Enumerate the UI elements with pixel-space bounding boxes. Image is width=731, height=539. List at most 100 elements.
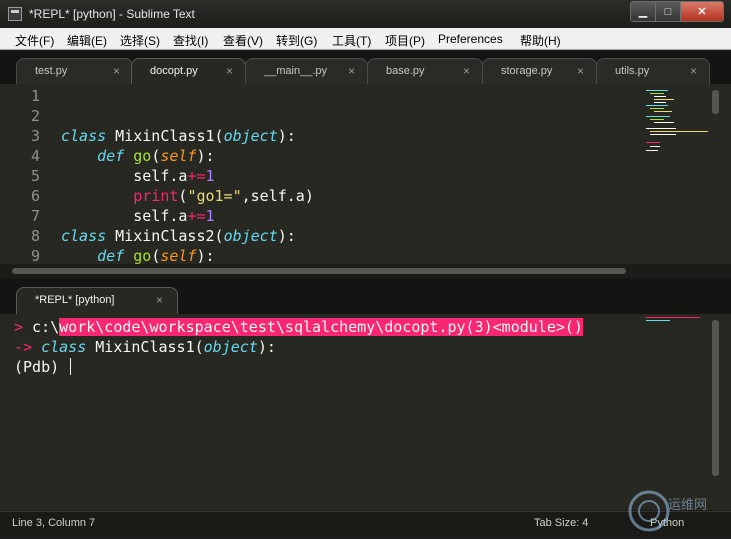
- line-number: 7: [30, 207, 40, 225]
- keyword: class: [41, 338, 87, 356]
- repl-line: -> class MixinClass1(object):: [14, 337, 276, 357]
- title-bar: *REPL* [python] - Sublime Text ▁ □ ✕: [0, 0, 731, 28]
- function-name: go: [133, 247, 152, 264]
- keyword: def: [97, 247, 125, 264]
- punctuation: ):: [277, 227, 296, 245]
- tab-size-selector[interactable]: Tab Size: 4: [534, 517, 588, 529]
- tab-close-icon[interactable]: ×: [348, 64, 355, 78]
- menu-preferences[interactable]: Preferences: [438, 32, 503, 46]
- base-class: object: [203, 338, 258, 356]
- keyword: class: [61, 227, 107, 245]
- line-number: 3: [30, 127, 40, 145]
- keyword: def: [97, 147, 125, 165]
- next-line-arrow: ->: [14, 338, 33, 356]
- tab-docopt-py[interactable]: docopt.py ×: [131, 58, 246, 84]
- highlighted-path: work\code\workspace\test\sqlalchemy\doco…: [59, 318, 583, 336]
- sublime-app-icon[interactable]: [8, 7, 22, 21]
- number: 1: [205, 207, 215, 225]
- menu-goto[interactable]: 转到(G): [276, 32, 317, 49]
- text-cursor: [70, 358, 72, 375]
- tab-storage-py[interactable]: storage.py ×: [482, 58, 597, 84]
- repl-vertical-scrollbar[interactable]: [712, 320, 719, 476]
- watermark-logo: 运维网: [626, 488, 726, 536]
- punctuation: ):: [277, 127, 296, 145]
- base-class: object: [223, 227, 278, 245]
- path-prefix: c:\: [23, 318, 60, 336]
- tab-close-icon[interactable]: ×: [156, 293, 163, 307]
- tab-close-icon[interactable]: ×: [463, 64, 470, 78]
- tab-label: __main__.py: [264, 65, 327, 77]
- identifier: self.a: [133, 167, 188, 185]
- menu-edit[interactable]: 编辑(E): [67, 32, 107, 49]
- code-line: class MixinClass1(object):: [61, 126, 296, 146]
- tab-main-py[interactable]: __main__.py ×: [245, 58, 368, 84]
- class-name: MixinClass2(: [106, 227, 224, 245]
- code-line: def go(self):: [61, 146, 215, 166]
- line-number: 6: [30, 187, 40, 205]
- repl-console[interactable]: > c:\work\code\workspace\test\sqlalchemy…: [0, 314, 731, 510]
- tab-repl-python[interactable]: *REPL* [python] ×: [16, 287, 178, 314]
- tab-close-icon[interactable]: ×: [577, 64, 584, 78]
- line-number: 1: [30, 87, 40, 105]
- editor-horizontal-scroll-track: [0, 264, 731, 278]
- tab-label: storage.py: [501, 65, 553, 77]
- tab-close-icon[interactable]: ×: [113, 64, 120, 78]
- punctuation: ):: [196, 147, 215, 165]
- maximize-button[interactable]: □: [656, 2, 681, 21]
- menu-file[interactable]: 文件(F): [15, 32, 54, 49]
- editor-vertical-scrollbar[interactable]: [712, 90, 719, 114]
- editor-horizontal-scrollbar[interactable]: [12, 268, 626, 274]
- punctuation: (: [151, 247, 161, 264]
- minimap[interactable]: [646, 90, 708, 162]
- cursor-position: Line 3, Column 7: [12, 517, 96, 529]
- code-line: print("go1=",self.a): [61, 186, 314, 206]
- builtin-function: print: [133, 187, 179, 205]
- menu-selection[interactable]: 选择(S): [120, 32, 160, 49]
- number: 1: [205, 167, 215, 185]
- tab-close-icon[interactable]: ×: [690, 64, 697, 78]
- keyword: class: [61, 127, 107, 145]
- menu-tools[interactable]: 工具(T): [332, 32, 371, 49]
- code-line: self.a+=1: [61, 166, 215, 186]
- menu-project[interactable]: 项目(P): [385, 32, 425, 49]
- code-editor[interactable]: 1 2 3 4 5 6 7 8 9 class MixinClass1(obje…: [0, 84, 731, 264]
- line-number: 4: [30, 147, 40, 165]
- repl-line: > c:\work\code\workspace\test\sqlalchemy…: [14, 317, 583, 337]
- line-number: 8: [30, 227, 40, 245]
- class-name: MixinClass1(: [106, 127, 224, 145]
- operator: +=: [187, 167, 206, 185]
- tab-label: utils.py: [615, 65, 650, 77]
- string-literal: "go1=": [187, 187, 242, 205]
- line-number: 5: [30, 167, 40, 185]
- pdb-prompt: (Pdb): [14, 358, 69, 376]
- identifier: ,self.a): [241, 187, 314, 205]
- code-line: def go(self):: [61, 246, 215, 264]
- menu-bar: 文件(F) 编辑(E) 选择(S) 查找(I) 查看(V) 转到(G) 工具(T…: [0, 28, 731, 50]
- tab-label: docopt.py: [150, 65, 198, 77]
- tab-test-py[interactable]: test.py ×: [16, 58, 133, 84]
- line-number: 2: [30, 107, 40, 125]
- repl-input-line[interactable]: (Pdb): [14, 357, 72, 377]
- punctuation: (: [151, 147, 161, 165]
- menu-help[interactable]: 帮助(H): [520, 32, 561, 49]
- close-button[interactable]: ✕: [681, 2, 723, 21]
- class-name: MixinClass1(: [86, 338, 204, 356]
- code-line: self.a+=1: [61, 206, 215, 226]
- tab-label: base.py: [386, 65, 425, 77]
- window-title: *REPL* [python] - Sublime Text: [29, 7, 195, 21]
- tab-close-icon[interactable]: ×: [226, 64, 233, 78]
- tab-base-py[interactable]: base.py ×: [367, 58, 483, 84]
- punctuation: ):: [196, 247, 215, 264]
- watermark-text: 运维网: [668, 497, 708, 512]
- tab-utils-py[interactable]: utils.py ×: [596, 58, 710, 84]
- menu-find[interactable]: 查找(I): [173, 32, 208, 49]
- parameter: self: [160, 147, 197, 165]
- identifier: self.a: [133, 207, 188, 225]
- menu-view[interactable]: 查看(V): [223, 32, 263, 49]
- window-controls: ▁ □ ✕: [630, 1, 724, 22]
- parameter: self: [160, 247, 197, 264]
- minimize-button[interactable]: ▁: [631, 2, 656, 21]
